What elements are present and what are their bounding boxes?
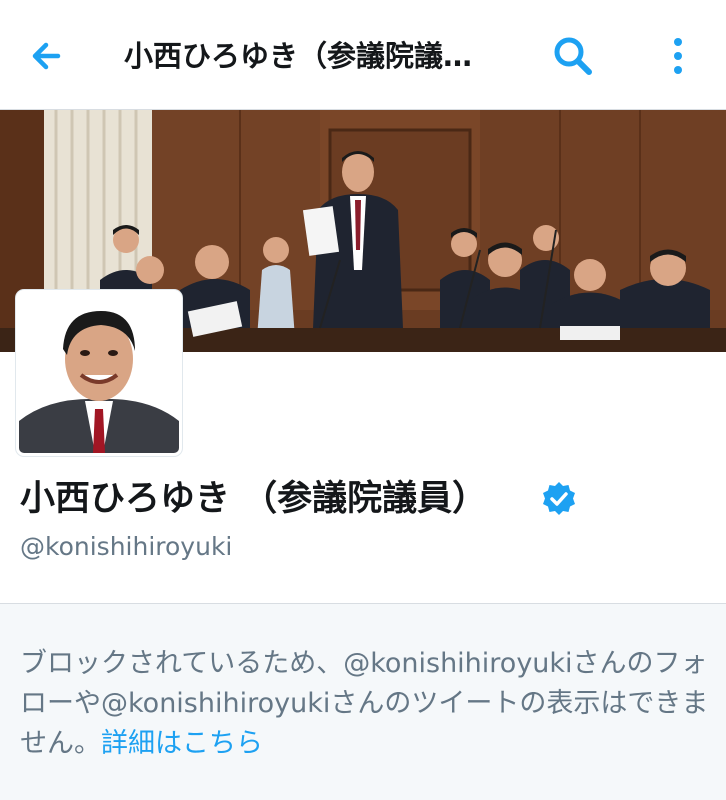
more-vertical-icon: [674, 38, 682, 74]
page-title: 小西ひろゆき（参議院議…: [124, 39, 473, 73]
blocked-notice-text: ブロックされているため、@konishihiroyukiさんのフォローや@kon…: [20, 644, 710, 764]
profile-handle: @konishihiroyuki: [20, 532, 233, 561]
avatar-photo: [19, 293, 179, 453]
back-button[interactable]: [22, 30, 74, 82]
blocked-notice: ブロックされているため、@konishihiroyukiさんのフォローや@kon…: [0, 603, 726, 800]
more-options-button[interactable]: [656, 30, 700, 82]
profile-display-name: 小西ひろゆき （参議院議員）: [20, 479, 488, 519]
verified-badge-icon: [540, 480, 578, 518]
top-app-bar: 小西ひろゆき（参議院議…: [0, 0, 726, 110]
learn-more-link[interactable]: 詳細はこちら: [101, 728, 263, 759]
search-icon: [554, 37, 592, 75]
profile-avatar[interactable]: [16, 290, 182, 456]
search-button[interactable]: [546, 30, 598, 82]
back-arrow-icon: [32, 42, 61, 70]
